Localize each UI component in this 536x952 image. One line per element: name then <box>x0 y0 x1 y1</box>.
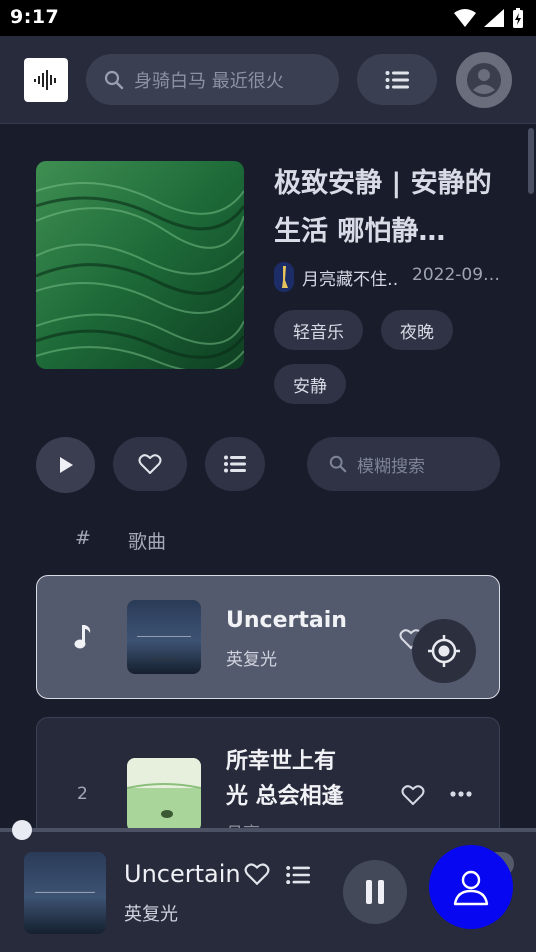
tag-chip[interactable]: 轻音乐 <box>274 310 363 350</box>
locate-icon <box>428 635 460 667</box>
user-fab-button[interactable] <box>429 845 513 929</box>
playlist-cover <box>36 161 244 369</box>
music-note-icon <box>74 625 91 649</box>
scrollbar[interactable] <box>528 128 534 194</box>
filter-placeholder: 模糊搜索 <box>357 456 425 477</box>
account-icon <box>467 63 501 97</box>
creator-name[interactable]: 月亮藏不住… <box>302 265 397 290</box>
list-icon <box>224 455 246 473</box>
song-cover <box>127 600 201 674</box>
locate-current-button[interactable] <box>412 619 476 683</box>
status-bar: 9:17 <box>0 0 536 36</box>
search-icon <box>104 70 124 89</box>
user-icon <box>453 870 489 906</box>
pause-button[interactable] <box>343 860 407 924</box>
battery-icon <box>513 8 523 28</box>
list-icon <box>385 70 409 89</box>
signal-icon <box>484 9 504 27</box>
playlist-menu-button[interactable] <box>357 54 437 105</box>
status-icons <box>454 8 524 28</box>
progress-track[interactable] <box>0 828 536 832</box>
play-icon <box>59 457 73 473</box>
wifi-icon <box>454 9 476 27</box>
filter-search-input[interactable]: 模糊搜索 <box>307 437 500 491</box>
playlist-queue-icon[interactable] <box>286 865 310 885</box>
creator-avatar[interactable] <box>274 262 294 292</box>
more-icon[interactable] <box>450 791 472 797</box>
search-input[interactable]: 身骑白马 最近很火 <box>86 54 339 105</box>
logo-waveform-icon[interactable] <box>24 58 68 102</box>
pause-icon <box>366 880 384 904</box>
search-icon <box>329 455 347 473</box>
song-cover <box>127 758 201 832</box>
tag-chip[interactable]: 安静 <box>274 364 346 404</box>
song-index: 2 <box>77 784 88 804</box>
playlist-date: 2022-09… <box>412 265 501 285</box>
play-all-button[interactable] <box>36 437 95 493</box>
account-button[interactable] <box>456 52 512 108</box>
heart-icon <box>138 454 162 474</box>
heart-icon[interactable] <box>401 784 425 806</box>
song-artist[interactable]: 英复光 <box>226 645 277 670</box>
song-title: 所幸世上有光 总会相逢 <box>226 749 344 809</box>
song-row[interactable]: Uncertain 英复光 <box>36 575 500 699</box>
add-to-queue-button[interactable] <box>205 437 265 491</box>
favorite-playlist-button[interactable] <box>113 437 187 491</box>
column-header-song: 歌曲 <box>128 531 167 553</box>
column-header-number: # <box>75 527 91 549</box>
song-title: Uncertain <box>226 608 347 633</box>
tag-chip[interactable]: 夜晚 <box>381 310 453 350</box>
now-playing-title: Uncertain <box>124 860 241 888</box>
playlist-title: 极致安静 | 安静的生活 哪怕静… <box>274 168 492 247</box>
search-placeholder: 身骑白马 最近很火 <box>134 70 284 92</box>
heart-icon[interactable] <box>244 862 270 886</box>
now-playing-cover[interactable] <box>24 852 106 934</box>
now-playing-artist[interactable]: 英复光 <box>124 900 178 926</box>
status-time: 9:17 <box>10 6 60 28</box>
